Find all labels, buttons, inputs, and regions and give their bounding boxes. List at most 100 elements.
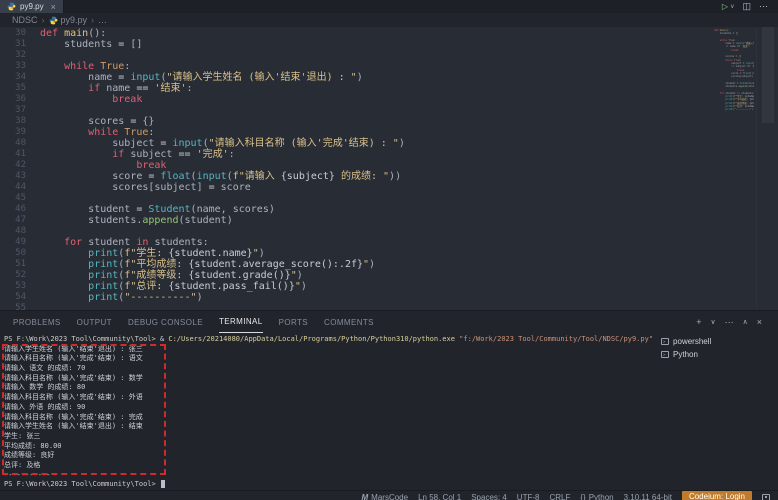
token: scores — [233, 204, 269, 215]
tab-py9[interactable]: py9.py × — [0, 0, 64, 13]
token: {student.pass_fail()} — [168, 281, 294, 292]
token — [40, 127, 88, 138]
token: = — [130, 204, 148, 215]
terminal-prompt-line: PS F:\Work\2023 Tool\Community\Tool> — [4, 480, 653, 490]
terminal-instance-label: powershell — [673, 337, 711, 346]
python-version-status[interactable]: 3.10.11 64-bit — [624, 493, 672, 500]
code-line: 49 for student in students: — [0, 237, 714, 248]
code-text — [26, 303, 40, 310]
token — [40, 94, 112, 105]
feedback-icon[interactable] — [762, 494, 770, 500]
token: print — [88, 281, 118, 292]
panel-tab-output[interactable]: OUTPUT — [77, 311, 112, 333]
editor[interactable]: 30def main():31 students = []3233 while … — [0, 27, 778, 310]
terminal-instance-powershell[interactable]: >powershell — [653, 335, 778, 348]
minimap[interactable]: def main(): students = [] while True: na… — [714, 29, 754, 115]
run-dropdown-chevron[interactable]: ∨ — [730, 3, 734, 10]
token: name — [106, 83, 130, 94]
minimap-line — [714, 111, 754, 114]
token — [40, 281, 88, 292]
terminal-instance-python[interactable]: >Python — [653, 348, 778, 361]
token — [40, 171, 112, 182]
cursor-position-status[interactable]: Ln 58, Col 1 — [418, 493, 461, 500]
panel-tab-debug-console[interactable]: DEBUG CONSOLE — [128, 311, 203, 333]
code-line: 34 name = input("请输入学生姓名 (输入'结束'退出) : ") — [0, 72, 714, 83]
line-number: 45 — [0, 193, 26, 204]
code-text — [26, 50, 40, 61]
codeium-login-button[interactable]: Codeium: Login — [682, 491, 752, 500]
split-editor-button[interactable]: ◫ — [742, 1, 751, 12]
token: for — [64, 237, 88, 248]
vscode-window: py9.py × ▷∨◫⋯ NDSC› py9.py›… 30def main(… — [0, 0, 778, 500]
panel-tab-ports[interactable]: PORTS — [279, 311, 308, 333]
token — [40, 160, 136, 171]
line-number: 50 — [0, 248, 26, 259]
terminal-output-line: 请输入学生姓名 (输入'结束'退出) : 结束 — [4, 422, 653, 432]
code-line: 33 while True: — [0, 61, 714, 72]
code-line: 39 while True: — [0, 127, 714, 138]
maximize-panel-button[interactable]: ∧ — [743, 318, 748, 326]
token: student — [88, 204, 130, 215]
terminal-output-line: 请输入科目名称 (输入'完成'结束) : 数学 — [4, 374, 653, 384]
line-number: 43 — [0, 171, 26, 182]
token: [] — [130, 39, 142, 50]
panel-tab-terminal[interactable]: TERMINAL — [219, 311, 263, 333]
minimap-line: print("----------") — [714, 108, 754, 111]
new-terminal-button[interactable]: + — [696, 317, 701, 327]
python-icon — [7, 2, 16, 11]
minimap-token: students — [726, 85, 738, 88]
terminal-profile-chevron[interactable]: ∨ — [710, 318, 715, 326]
breadcrumb-item-1[interactable]: py9.py — [49, 15, 88, 25]
token — [40, 248, 88, 259]
token: student — [185, 215, 227, 226]
breadcrumb-item-2[interactable]: … — [98, 15, 107, 25]
token: while — [88, 127, 124, 138]
terminal-output-line: 请输入 语文 的成绩: 70 — [4, 364, 653, 374]
editor-scrollbar[interactable] — [756, 27, 778, 310]
breadcrumb-separator: › — [42, 15, 45, 25]
code-line: 40 subject = input("请输入科目名称 (输入'完成'结束) :… — [0, 138, 714, 149]
minimap-token: '结束' — [741, 45, 749, 48]
language-mode-status[interactable]: {}Python — [580, 493, 613, 500]
minimap-token: print — [726, 108, 733, 111]
tab-bar-empty — [64, 0, 712, 13]
scrollbar-thumb[interactable] — [762, 27, 774, 123]
panel-tab-comments[interactable]: COMMENTS — [324, 311, 374, 333]
terminal-output-line: 请输入科目名称 (输入'完成'结束) : 完成 — [4, 413, 653, 423]
tab-close-icon[interactable]: × — [51, 2, 56, 12]
token — [40, 182, 112, 193]
token — [40, 292, 88, 303]
minimap-token: students — [720, 32, 732, 35]
minimap-token: scores — [731, 75, 740, 78]
tab-label: py9.py — [20, 2, 44, 11]
code-line: 38 scores = {} — [0, 116, 714, 127]
token: subject — [130, 149, 172, 160]
token — [40, 149, 112, 160]
token: ) — [197, 292, 203, 303]
token: = — [203, 182, 221, 193]
eol-status[interactable]: CRLF — [549, 493, 570, 500]
indentation-status[interactable]: Spaces: 4 — [471, 493, 507, 500]
code-text: print(f"平均成绩: {student.average_score():.… — [26, 259, 375, 270]
panel-more-actions-button[interactable]: ⋯ — [725, 317, 734, 328]
minimap-token: [] — [736, 32, 739, 35]
token: )) — [389, 171, 401, 182]
marscode-status[interactable]: MMarsCode — [362, 493, 409, 500]
code-text: subject = input("请输入科目名称 (输入'完成'结束) : ") — [26, 138, 405, 149]
more-actions-button[interactable]: ⋯ — [759, 1, 768, 12]
eol-status-label: CRLF — [549, 493, 570, 500]
token: score — [112, 171, 142, 182]
line-number: 41 — [0, 149, 26, 160]
line-number: 54 — [0, 292, 26, 303]
terminal-output[interactable]: PS F:\Work\2023 Tool\Community\Tool> & C… — [0, 333, 653, 490]
code-line: 47 students.append(student) — [0, 215, 714, 226]
run-button[interactable]: ▷ — [722, 2, 728, 11]
breadcrumb-item-0[interactable]: NDSC — [12, 15, 38, 25]
line-number: 33 — [0, 61, 26, 72]
token: students — [154, 237, 202, 248]
close-panel-button[interactable]: × — [757, 317, 762, 327]
panel-tab-problems[interactable]: PROBLEMS — [13, 311, 61, 333]
code-text: for student in students: — [26, 237, 209, 248]
encoding-status[interactable]: UTF-8 — [517, 493, 540, 500]
code-text: scores = {} — [26, 116, 154, 127]
